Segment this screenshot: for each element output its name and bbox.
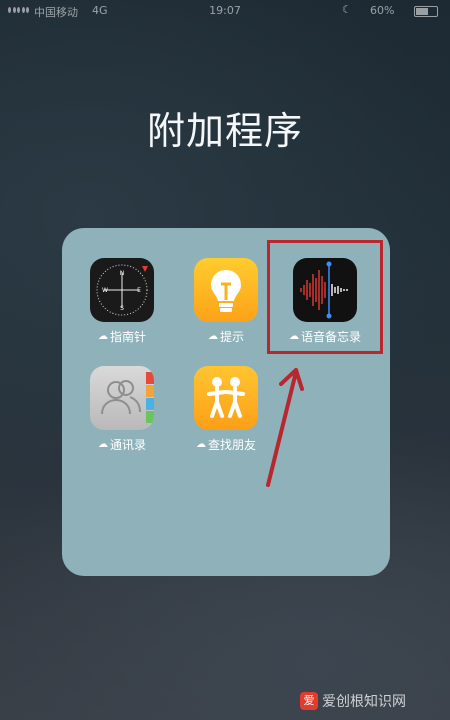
svg-text:E: E xyxy=(137,287,141,294)
app-tips[interactable]: ☁ 提示 xyxy=(186,258,266,345)
app-contacts[interactable]: ☁ 通讯录 xyxy=(82,366,162,453)
app-label: 提示 xyxy=(219,330,244,344)
cloud-download-icon: ☁ xyxy=(97,331,108,342)
svg-text:N: N xyxy=(120,270,125,277)
status-icons: ☾ xyxy=(342,3,352,16)
cloud-download-icon: ☁ xyxy=(207,331,218,342)
app-label: 指南针 xyxy=(109,330,146,344)
cloud-download-icon: ☁ xyxy=(97,439,108,450)
watermark-text: 爱创根知识网 xyxy=(322,694,406,710)
cloud-download-icon: ☁ xyxy=(195,439,206,450)
highlight-box xyxy=(267,240,383,354)
app-label-wrap: ☁ 指南针 xyxy=(82,328,162,345)
compass-icon[interactable]: N S W E xyxy=(90,258,154,322)
watermark-logo: 爱 xyxy=(300,692,318,710)
app-label: 查找朋友 xyxy=(207,438,256,452)
battery-percent: 60% xyxy=(370,4,395,17)
app-label-wrap: ☁ 提示 xyxy=(186,328,266,345)
app-label-wrap: ☁ 通讯录 xyxy=(82,436,162,453)
svg-text:W: W xyxy=(102,287,108,294)
status-bar: 中国移动 4G 19:07 ☾ 60% xyxy=(0,0,450,22)
battery-icon xyxy=(414,6,438,17)
watermark: 爱 爱创根知识网 xyxy=(300,688,445,714)
app-find-friends[interactable]: ☁ 查找朋友 xyxy=(186,366,266,453)
find-friends-icon[interactable] xyxy=(194,366,258,430)
app-label-wrap: ☁ 查找朋友 xyxy=(186,436,266,453)
app-label: 通讯录 xyxy=(109,438,146,452)
lightbulb-icon[interactable] xyxy=(194,258,258,322)
svg-text:S: S xyxy=(120,305,124,312)
contacts-icon[interactable] xyxy=(90,366,154,430)
moon-icon: ☾ xyxy=(342,3,352,16)
app-compass[interactable]: N S W E ☁ 指南针 xyxy=(82,258,162,345)
folder-title[interactable]: 附加程序 xyxy=(0,100,450,155)
